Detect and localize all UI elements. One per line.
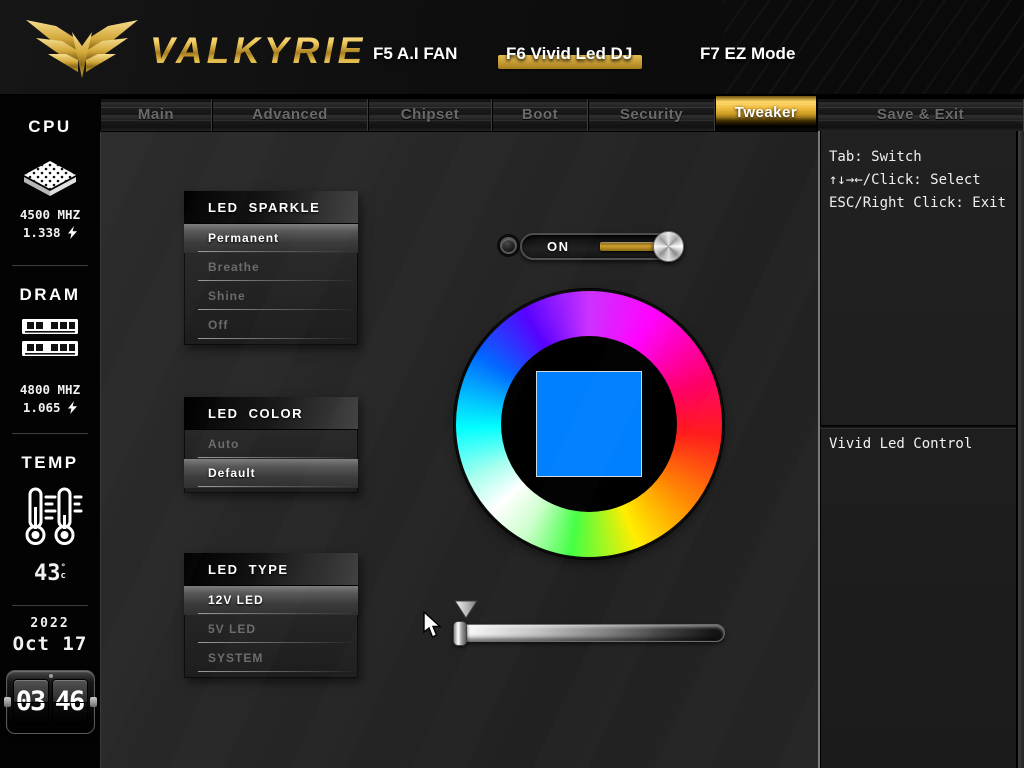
led-color-panel: LED COLOR Auto Default [184,397,358,493]
led-sparkle-title: LED SPARKLE [184,191,358,224]
dram-voltage: 1.065 [0,400,100,415]
option-12v-led[interactable]: 12V LED [184,586,358,615]
tab-security[interactable]: Security [588,99,715,131]
temp-value: 43 ° c [34,561,66,586]
led-color-title: LED COLOR [184,397,358,430]
thermometer-icon [0,485,100,551]
item-description: Vivid Led Control [829,436,973,452]
clock-hours: 03 [13,679,49,725]
bios-screen: VALKYRIE F5 A.I FAN F6 Vivid Led DJ F7 E… [0,0,1024,768]
option-default[interactable]: Default [184,459,358,488]
cpu-frequency: 4500 MHZ [19,207,81,222]
clock-knob-left [4,697,11,707]
sidebar-divider [12,433,88,434]
key-hints: Tab: Switch ↑↓→←/Click: Select ESC/Right… [829,146,1006,215]
date-year: 2022 [30,616,70,631]
switch-on-label: ON [547,239,570,254]
brightness-slider-handle[interactable] [453,621,467,646]
valkyrie-wings-logo [26,20,138,78]
cpu-section-title: CPU [28,117,72,136]
tab-advanced[interactable]: Advanced [212,99,368,131]
tab-save-exit[interactable]: Save & Exit [817,99,1024,131]
brand-title: VALKYRIE [150,30,367,71]
tab-main[interactable]: Main [100,99,212,131]
sidebar-divider [12,265,88,266]
dram-section-title: DRAM [19,285,81,304]
led-type-panel: LED TYPE 12V LED 5V LED SYSTEM [184,553,358,678]
selected-color-swatch [536,371,642,477]
help-panel-divider [820,425,1016,429]
date-month-day: Oct 17 [12,633,88,655]
flip-clock: 03 46 [4,670,97,734]
voltage-bolt-icon [68,401,78,414]
clock-minutes: 46 [52,679,88,725]
temp-section-title: TEMP [21,453,79,472]
clock-knob-right [90,697,97,707]
header: VALKYRIE F5 A.I FAN F6 Vivid Led DJ F7 E… [0,0,1024,95]
help-panel: Tab: Switch ↑↓→←/Click: Select ESC/Right… [818,131,1016,768]
color-wheel[interactable] [454,289,724,559]
hint-tab-switch: Tab: Switch [829,149,922,165]
option-breathe[interactable]: Breathe [184,253,358,282]
option-system[interactable]: SYSTEM [184,644,358,673]
led-type-title: LED TYPE [184,553,358,586]
cpu-voltage: 1.338 [0,225,100,240]
status-sidebar: CPU 4500 MHZ 1.338 DRAM 4800 MHZ 1.065 T… [0,95,100,768]
led-sparkle-panel: LED SPARKLE Permanent Breathe Shine Off [184,191,358,345]
hint-arrows-select: ↑↓→←/Click: Select [829,172,981,188]
hint-esc-exit: ESC/Right Click: Exit [829,195,1007,211]
menu-f7-ez-mode[interactable]: F7 EZ Mode [700,44,795,64]
menu-f5-ai-fan[interactable]: F5 A.I FAN [373,44,457,64]
voltage-bolt-icon [68,226,78,239]
dram-frequency: 4800 MHZ [19,382,81,397]
option-permanent[interactable]: Permanent [184,224,358,253]
tab-tweaker[interactable]: Tweaker [715,96,817,131]
brightness-slider-pointer[interactable] [454,600,478,620]
dram-modules-icon [0,315,100,367]
option-5v-led[interactable]: 5V LED [184,615,358,644]
scrollbar-track[interactable] [1017,131,1024,768]
tab-bar: Main Advanced Chipset Boot Security Twea… [100,96,1024,131]
cpu-chip-icon [0,151,100,199]
mouse-cursor [423,611,442,638]
option-auto[interactable]: Auto [184,430,358,459]
menu-f6-vivid-led-dj[interactable]: F6 Vivid Led DJ [497,44,643,69]
brightness-slider-track[interactable] [459,624,725,642]
vivid-led-dj-panel: LED SPARKLE Permanent Breathe Shine Off … [100,131,818,768]
tab-chipset[interactable]: Chipset [368,99,492,131]
option-off[interactable]: Off [184,311,358,340]
sidebar-divider [12,605,88,606]
switch-knob[interactable] [653,231,684,262]
led-power-switch[interactable]: ON [520,231,684,262]
option-shine[interactable]: Shine [184,282,358,311]
power-led-indicator [500,237,517,254]
tab-boot[interactable]: Boot [492,99,588,131]
